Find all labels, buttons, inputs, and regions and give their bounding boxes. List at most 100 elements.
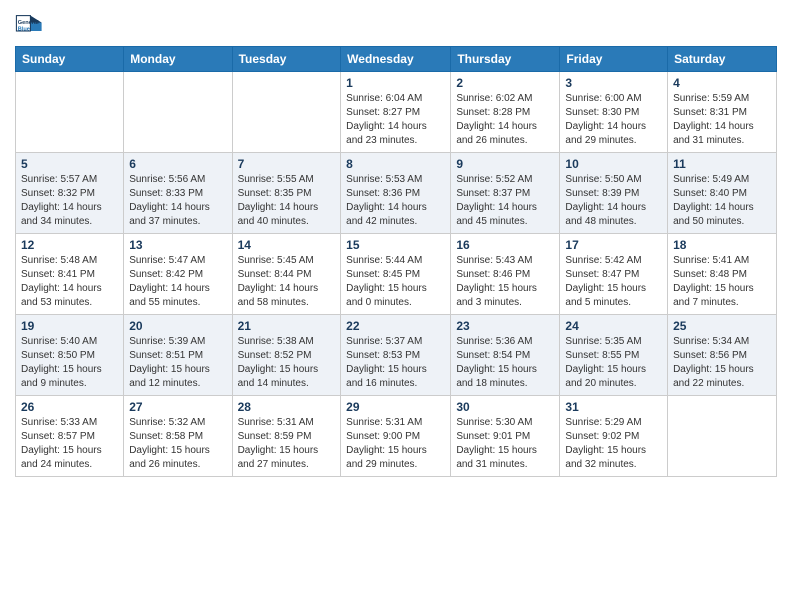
calendar-cell: 13Sunrise: 5:47 AMSunset: 8:42 PMDayligh… bbox=[124, 234, 232, 315]
day-number: 14 bbox=[238, 238, 336, 252]
calendar-cell: 20 Sunrise: 5:39 AMSunset: 8:51 PMDayligh… bbox=[124, 315, 232, 396]
day-info: Sunrise: 5:55 AMSunset: 8:35 PMDaylight:… bbox=[238, 173, 336, 229]
day-number: 16 bbox=[456, 238, 554, 252]
day-info: Sunrise: 5:34 AMSunset: 8:56 PMDaylight:… bbox=[673, 335, 771, 391]
day-info: Sunrise: 6:04 AMSunset: 8:27 PMDaylight:… bbox=[346, 92, 445, 148]
day-number: 8 bbox=[346, 157, 445, 171]
calendar-cell: 3 Sunrise: 6:00 AMSunset: 8:30 PMDaylight… bbox=[560, 72, 668, 153]
calendar-week-row: 1 Sunrise: 6:04 AMSunset: 8:27 PMDaylight… bbox=[16, 72, 777, 153]
calendar-cell: 29 Sunrise: 5:31 AMSunset: 9:00 PMDayligh… bbox=[341, 396, 451, 477]
calendar-week-row: 26 Sunrise: 5:33 AMSunset: 8:57 PMDayligh… bbox=[16, 396, 777, 477]
day-info: Sunrise: 5:43 AMSunset: 8:46 PMDaylight:… bbox=[456, 254, 554, 310]
calendar-cell: 14Sunrise: 5:45 AMSunset: 8:44 PMDayligh… bbox=[232, 234, 341, 315]
weekday-header: Wednesday bbox=[341, 47, 451, 72]
day-number: 2 bbox=[456, 76, 554, 90]
day-info: Sunrise: 5:31 AMSunset: 9:00 PMDaylight:… bbox=[346, 416, 445, 472]
day-info: Sunrise: 5:33 AMSunset: 8:57 PMDaylight:… bbox=[21, 416, 118, 472]
header: General Blue bbox=[15, 10, 777, 38]
day-info: Sunrise: 5:53 AMSunset: 8:36 PMDaylight:… bbox=[346, 173, 445, 229]
calendar-week-row: 12 Sunrise: 5:48 AMSunset: 8:41 PMDayligh… bbox=[16, 234, 777, 315]
day-info: Sunrise: 5:50 AMSunset: 8:39 PMDaylight:… bbox=[565, 173, 662, 229]
calendar-cell: 16 Sunrise: 5:43 AMSunset: 8:46 PMDayligh… bbox=[451, 234, 560, 315]
day-info: Sunrise: 5:39 AMSunset: 8:51 PMDaylight:… bbox=[129, 335, 226, 391]
day-info: Sunrise: 5:52 AMSunset: 8:37 PMDaylight:… bbox=[456, 173, 554, 229]
svg-text:General: General bbox=[18, 20, 39, 26]
day-info: Sunrise: 5:35 AMSunset: 8:55 PMDaylight:… bbox=[565, 335, 662, 391]
calendar-cell: 24 Sunrise: 5:35 AMSunset: 8:55 PMDayligh… bbox=[560, 315, 668, 396]
calendar-cell: 2Sunrise: 6:02 AMSunset: 8:28 PMDaylight… bbox=[451, 72, 560, 153]
calendar-cell: 23 Sunrise: 5:36 AMSunset: 8:54 PMDayligh… bbox=[451, 315, 560, 396]
day-number: 3 bbox=[565, 76, 662, 90]
calendar-cell: 28 Sunrise: 5:31 AMSunset: 8:59 PMDayligh… bbox=[232, 396, 341, 477]
calendar-week-row: 19 Sunrise: 5:40 AMSunset: 8:50 PMDayligh… bbox=[16, 315, 777, 396]
calendar-cell: 1 Sunrise: 6:04 AMSunset: 8:27 PMDaylight… bbox=[341, 72, 451, 153]
day-info: Sunrise: 5:56 AMSunset: 8:33 PMDaylight:… bbox=[129, 173, 226, 229]
day-number: 22 bbox=[346, 319, 445, 333]
day-info: Sunrise: 5:36 AMSunset: 8:54 PMDaylight:… bbox=[456, 335, 554, 391]
day-info: Sunrise: 5:59 AMSunset: 8:31 PMDaylight:… bbox=[673, 92, 771, 148]
day-info: Sunrise: 5:57 AMSunset: 8:32 PMDaylight:… bbox=[21, 173, 118, 229]
calendar-table: SundayMondayTuesdayWednesdayThursdayFrid… bbox=[15, 46, 777, 477]
day-number: 7 bbox=[238, 157, 336, 171]
day-number: 19 bbox=[21, 319, 118, 333]
day-number: 10 bbox=[565, 157, 662, 171]
day-info: Sunrise: 5:49 AMSunset: 8:40 PMDaylight:… bbox=[673, 173, 771, 229]
day-number: 26 bbox=[21, 400, 118, 414]
day-number: 1 bbox=[346, 76, 445, 90]
day-number: 27 bbox=[129, 400, 226, 414]
calendar-cell: 26 Sunrise: 5:33 AMSunset: 8:57 PMDayligh… bbox=[16, 396, 124, 477]
day-number: 4 bbox=[673, 76, 771, 90]
day-number: 25 bbox=[673, 319, 771, 333]
calendar-cell: 21Sunrise: 5:38 AMSunset: 8:52 PMDayligh… bbox=[232, 315, 341, 396]
day-info: Sunrise: 5:48 AMSunset: 8:41 PMDaylight:… bbox=[21, 254, 118, 310]
calendar-cell: 17 Sunrise: 5:42 AMSunset: 8:47 PMDayligh… bbox=[560, 234, 668, 315]
day-number: 17 bbox=[565, 238, 662, 252]
weekday-header: Tuesday bbox=[232, 47, 341, 72]
day-number: 11 bbox=[673, 157, 771, 171]
calendar-cell: 8 Sunrise: 5:53 AMSunset: 8:36 PMDaylight… bbox=[341, 153, 451, 234]
day-number: 6 bbox=[129, 157, 226, 171]
calendar-cell: 18Sunrise: 5:41 AMSunset: 8:48 PMDayligh… bbox=[668, 234, 777, 315]
day-number: 5 bbox=[21, 157, 118, 171]
calendar-cell: 30Sunrise: 5:30 AMSunset: 9:01 PMDayligh… bbox=[451, 396, 560, 477]
day-info: Sunrise: 5:31 AMSunset: 8:59 PMDaylight:… bbox=[238, 416, 336, 472]
calendar-cell: 10 Sunrise: 5:50 AMSunset: 8:39 PMDayligh… bbox=[560, 153, 668, 234]
calendar-cell: 6 Sunrise: 5:56 AMSunset: 8:33 PMDaylight… bbox=[124, 153, 232, 234]
weekday-header: Saturday bbox=[668, 47, 777, 72]
calendar-cell: 5 Sunrise: 5:57 AMSunset: 8:32 PMDaylight… bbox=[16, 153, 124, 234]
calendar-cell: 9Sunrise: 5:52 AMSunset: 8:37 PMDaylight… bbox=[451, 153, 560, 234]
weekday-header: Monday bbox=[124, 47, 232, 72]
calendar-cell: 11 Sunrise: 5:49 AMSunset: 8:40 PMDayligh… bbox=[668, 153, 777, 234]
day-info: Sunrise: 5:41 AMSunset: 8:48 PMDaylight:… bbox=[673, 254, 771, 310]
calendar-cell bbox=[16, 72, 124, 153]
day-info: Sunrise: 5:32 AMSunset: 8:58 PMDaylight:… bbox=[129, 416, 226, 472]
day-number: 23 bbox=[456, 319, 554, 333]
day-info: Sunrise: 5:37 AMSunset: 8:53 PMDaylight:… bbox=[346, 335, 445, 391]
weekday-header: Thursday bbox=[451, 47, 560, 72]
logo-icon: General Blue bbox=[15, 10, 43, 38]
day-number: 29 bbox=[346, 400, 445, 414]
weekday-header: Friday bbox=[560, 47, 668, 72]
svg-text:Blue: Blue bbox=[18, 26, 30, 32]
day-number: 20 bbox=[129, 319, 226, 333]
calendar-cell: 27 Sunrise: 5:32 AMSunset: 8:58 PMDayligh… bbox=[124, 396, 232, 477]
day-info: Sunrise: 5:42 AMSunset: 8:47 PMDaylight:… bbox=[565, 254, 662, 310]
day-info: Sunrise: 5:38 AMSunset: 8:52 PMDaylight:… bbox=[238, 335, 336, 391]
day-info: Sunrise: 5:30 AMSunset: 9:01 PMDaylight:… bbox=[456, 416, 554, 472]
calendar-page: General Blue SundayMondayTuesdayWednesda… bbox=[0, 0, 792, 492]
calendar-cell: 4 Sunrise: 5:59 AMSunset: 8:31 PMDaylight… bbox=[668, 72, 777, 153]
calendar-week-row: 5 Sunrise: 5:57 AMSunset: 8:32 PMDaylight… bbox=[16, 153, 777, 234]
calendar-cell bbox=[232, 72, 341, 153]
day-number: 28 bbox=[238, 400, 336, 414]
day-info: Sunrise: 6:00 AMSunset: 8:30 PMDaylight:… bbox=[565, 92, 662, 148]
day-info: Sunrise: 5:40 AMSunset: 8:50 PMDaylight:… bbox=[21, 335, 118, 391]
calendar-cell bbox=[668, 396, 777, 477]
day-number: 24 bbox=[565, 319, 662, 333]
day-info: Sunrise: 5:44 AMSunset: 8:45 PMDaylight:… bbox=[346, 254, 445, 310]
calendar-cell bbox=[124, 72, 232, 153]
day-info: Sunrise: 5:29 AMSunset: 9:02 PMDaylight:… bbox=[565, 416, 662, 472]
logo: General Blue bbox=[15, 10, 43, 38]
day-number: 12 bbox=[21, 238, 118, 252]
weekday-header: Sunday bbox=[16, 47, 124, 72]
day-number: 31 bbox=[565, 400, 662, 414]
